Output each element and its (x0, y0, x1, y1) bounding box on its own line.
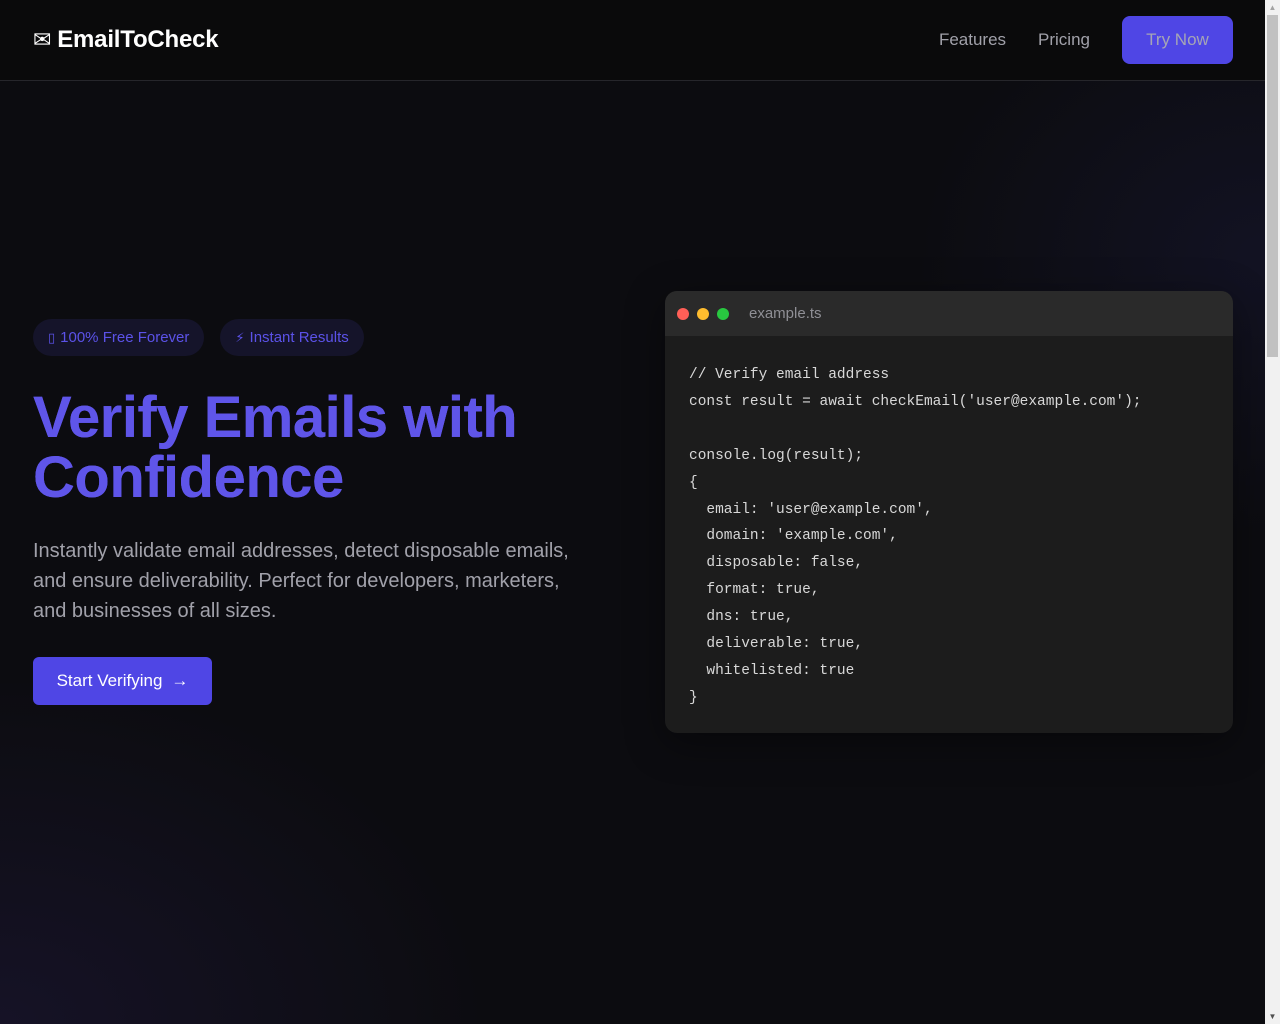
site-header: ✉ EmailToCheck Features Pricing Try Now (0, 0, 1265, 81)
code-line: console.log(result); (689, 447, 864, 464)
code-line: whitelisted: true (689, 662, 855, 679)
logo-text: EmailToCheck (57, 26, 219, 53)
badge-label: 100% Free Forever (60, 329, 190, 346)
try-now-button[interactable]: Try Now (1122, 16, 1233, 64)
main-nav: Features Pricing Try Now (939, 16, 1233, 64)
code-line: } (689, 689, 698, 706)
nav-link-pricing[interactable]: Pricing (1038, 30, 1090, 50)
badge-instant: ⚡ Instant Results (220, 319, 364, 356)
code-line: disposable: false, (689, 555, 864, 572)
window-minimize-dot-icon (697, 307, 709, 320)
window-maximize-dot-icon (717, 307, 729, 320)
nav-link-features[interactable]: Features (939, 30, 1006, 50)
code-line: // Verify email address (689, 367, 890, 383)
envelope-icon: ✉ (33, 27, 52, 52)
code-block: // Verify email address const result = aw… (665, 336, 1233, 733)
missing-glyph-icon: ▯ (48, 329, 56, 345)
vertical-scrollbar[interactable]: ▲ ▼ (1265, 0, 1280, 1024)
page-viewport: ✉ EmailToCheck Features Pricing Try Now … (0, 0, 1265, 1024)
logo[interactable]: ✉ EmailToCheck (33, 26, 219, 54)
start-verifying-button[interactable]: Start Verifying → (33, 657, 212, 705)
code-line: const result = await checkEmail('user@ex… (689, 393, 1142, 410)
window-close-dot-icon (677, 307, 689, 320)
scrollbar-thumb[interactable] (1267, 15, 1278, 357)
code-filename: example.ts (749, 305, 822, 322)
code-line: domain: 'example.com', (689, 528, 898, 545)
arrow-right-icon: → (171, 671, 189, 690)
lightning-icon: ⚡ (235, 329, 245, 345)
code-line: email: 'user@example.com', (689, 501, 933, 518)
hero-title: Verify Emails with Confidence (33, 388, 633, 508)
feature-badges: ▯ 100% Free Forever ⚡ Instant Results (33, 319, 364, 356)
badge-free: ▯ 100% Free Forever (33, 319, 205, 356)
code-line: dns: true, (689, 609, 794, 626)
scroll-down-arrow-icon[interactable]: ▼ (1265, 1009, 1280, 1024)
scroll-up-arrow-icon[interactable]: ▲ (1265, 0, 1280, 15)
code-line: format: true, (689, 582, 820, 599)
start-verifying-label: Start Verifying (56, 671, 163, 690)
code-line: deliverable: true, (689, 636, 864, 653)
hero-description: Instantly validate email addresses, dete… (33, 540, 569, 622)
code-window-titlebar: example.ts (665, 291, 1233, 336)
code-line: { (689, 474, 698, 491)
badge-label: Instant Results (249, 329, 349, 346)
code-example-window: example.ts // Verify email address const … (665, 291, 1233, 733)
